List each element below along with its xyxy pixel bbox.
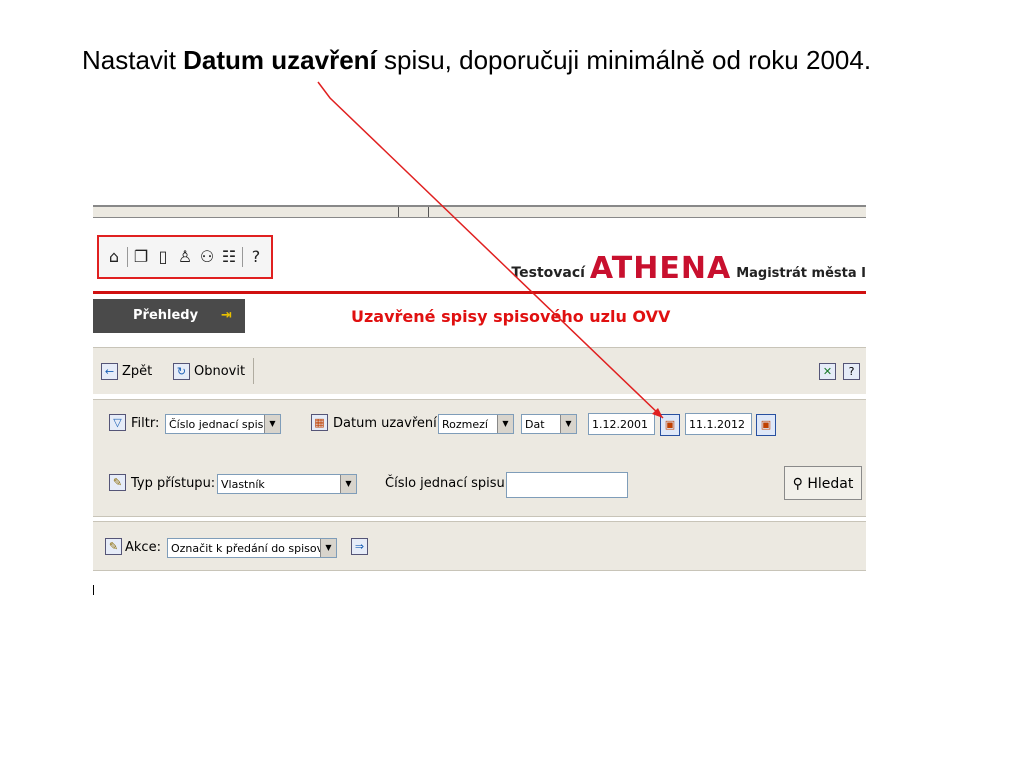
brand-prefix: Testovací — [511, 265, 585, 281]
brand-logo: Testovací ATHENA Magistrát města I — [511, 249, 866, 285]
app-header: ⌂ ❐ ▯ ♙ ⚇ ☷ ? Testovací ATHENA Magistrát… — [93, 219, 866, 289]
header-divider — [93, 291, 866, 294]
search-button[interactable]: ⚲ Hledat — [784, 466, 862, 500]
refresh-label: Obnovit — [194, 363, 246, 379]
users-icon[interactable]: ⚇ — [198, 247, 216, 267]
home-icon[interactable]: ⌂ — [105, 247, 123, 267]
actions-icon: ✎ — [105, 538, 122, 555]
refresh-icon: ↻ — [173, 362, 190, 380]
instruction-text: Nastavit Datum uzavření spisu, doporučuj… — [82, 40, 902, 80]
refresh-button[interactable]: ↻ Obnovit — [173, 360, 245, 382]
chevron-down-icon: ▼ — [560, 415, 576, 433]
binoculars-icon: ⚲ — [792, 476, 803, 492]
date-closed-label: Datum uzavření: — [333, 416, 442, 431]
pin-icon[interactable]: ⇥ — [221, 299, 232, 333]
back-label: Zpět — [122, 363, 153, 379]
date-type-value: Dat — [525, 418, 545, 431]
date-type-select[interactable]: Dat ▼ — [521, 414, 577, 434]
list-icon[interactable]: ☷ — [220, 247, 238, 267]
filter-select-value: Číslo jednací spisu — [169, 418, 271, 431]
execute-action-icon[interactable]: ⇒ — [351, 538, 368, 555]
calendar-icon: ▦ — [311, 414, 328, 431]
app-screenshot: ⌂ ❐ ▯ ♙ ⚇ ☷ ? Testovací ATHENA Magistrát… — [93, 205, 866, 585]
export-excel-button[interactable]: ✕ — [819, 360, 836, 382]
brand-suffix: Magistrát města I — [736, 266, 866, 281]
overview-tab[interactable]: Přehledy ⇥ — [93, 299, 245, 333]
date-from-input[interactable]: 1.12.2001 — [588, 413, 655, 435]
caption-text-start: Nastavit — [82, 45, 184, 75]
access-type-icon: ✎ — [109, 474, 126, 491]
excel-icon: ✕ — [819, 362, 836, 380]
access-type-value: Vlastník — [221, 478, 265, 491]
filter-panel: ▽ Filtr: Číslo jednací spisu ▼ ▦ Datum u… — [93, 399, 866, 517]
main-toolbar: ⌂ ❐ ▯ ♙ ⚇ ☷ ? — [97, 235, 273, 279]
chevron-down-icon: ▼ — [340, 475, 356, 493]
filter-icon: ▽ — [109, 414, 126, 431]
window-top-bar — [93, 205, 866, 218]
filter-label: Filtr: — [131, 416, 160, 431]
actions-select[interactable]: Označit k předání do spisovny ▼ — [167, 538, 337, 558]
ref-number-label: Číslo jednací spisu: — [385, 476, 510, 491]
actions-panel: ✎ Akce: Označit k předání do spisovny ▼ … — [93, 521, 866, 571]
chevron-down-icon: ▼ — [264, 415, 280, 433]
navigation-row: Přehledy ⇥ Uzavřené spisy spisového uzlu… — [93, 295, 866, 337]
help-icon[interactable]: ? — [247, 247, 265, 267]
actions-label: Akce: — [125, 540, 161, 555]
document-icon[interactable]: ▯ — [154, 247, 172, 267]
date-to-input[interactable]: 11.1.2012 — [685, 413, 752, 435]
overview-label: Přehledy — [133, 308, 199, 323]
back-arrow-icon: ← — [101, 362, 118, 380]
actions-select-value: Označit k předání do spisovny — [171, 542, 337, 555]
filter-select[interactable]: Číslo jednací spisu ▼ — [165, 414, 281, 434]
chevron-down-icon: ▼ — [497, 415, 513, 433]
date-range-select[interactable]: Rozmezí ▼ — [438, 414, 514, 434]
question-icon: ? — [843, 362, 860, 380]
caption-bold-term: Datum uzavření — [183, 45, 377, 75]
page-title: Uzavřené spisy spisového uzlu OVV — [351, 307, 671, 326]
access-type-label: Typ přístupu: — [131, 476, 216, 491]
date-from-calendar-button[interactable]: ▣ — [660, 414, 680, 436]
user-search-icon[interactable]: ♙ — [176, 247, 194, 267]
brand-name: ATHENA — [589, 251, 732, 286]
access-type-select[interactable]: Vlastník ▼ — [217, 474, 357, 494]
date-to-calendar-button[interactable]: ▣ — [756, 414, 776, 436]
ref-number-input[interactable] — [506, 472, 628, 498]
help-button[interactable]: ? — [843, 360, 860, 382]
back-button[interactable]: ← Zpět — [101, 360, 152, 382]
search-label: Hledat — [807, 476, 854, 492]
caption-text-end: spisu, doporučuji minimálně od roku 2004… — [376, 45, 872, 75]
date-range-value: Rozmezí — [442, 418, 488, 431]
chevron-down-icon: ▼ — [320, 539, 336, 557]
documents-icon[interactable]: ❐ — [132, 247, 150, 267]
action-toolbar: ← Zpět ↻ Obnovit ✕ ? — [93, 347, 866, 394]
